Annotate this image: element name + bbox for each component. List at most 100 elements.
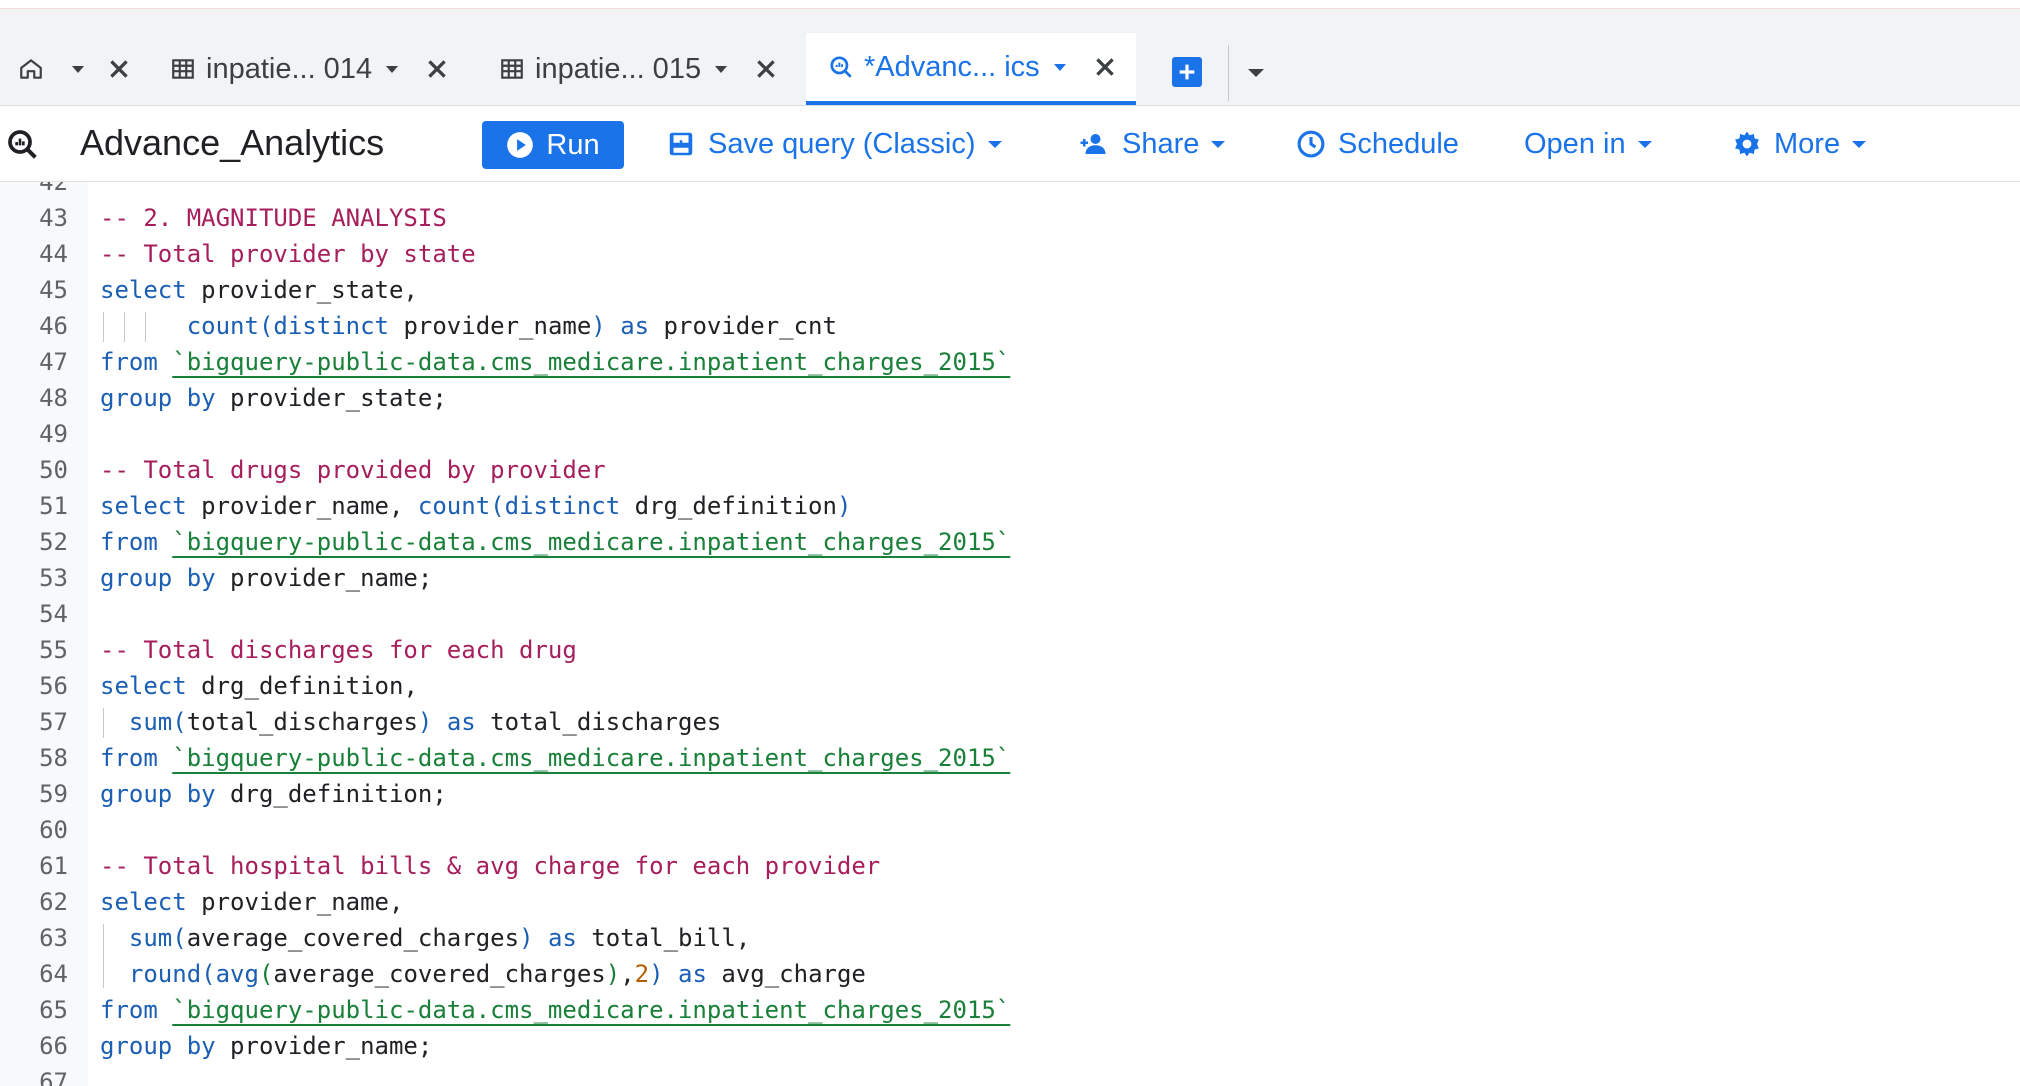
code-line[interactable]: 42 [0,182,2020,200]
code-token: -- 2. MAGNITUDE ANALYSIS [100,204,447,232]
tab-inpatient-015[interactable]: inpatie... 015 [499,33,799,105]
tab-inpatient-014[interactable]: inpatie... 014 [170,33,470,105]
gear-icon [1735,131,1759,157]
open-in-button[interactable]: Open in [1524,126,1652,162]
indent-guide [124,312,125,342]
code-text: select provider_state, [100,272,418,308]
code-line[interactable]: 65 from `bigquery-public-data.cms_medicar… [0,992,2020,1028]
code-line[interactable]: 50 -- Total drugs provided by provider [0,452,2020,488]
code-line[interactable]: 59 group by drg_definition; [0,776,2020,812]
code-token: ) [417,708,433,736]
tab-home[interactable] [18,33,138,105]
code-token: sum [128,924,173,952]
code-line[interactable]: 46 count(distinct provider_name) as prov… [0,308,2020,344]
code-line[interactable]: 60 [0,812,2020,848]
code-token: `bigquery-public-data.cms_medicare.inpat… [172,528,1011,556]
code-token: total_bill, [576,924,751,952]
chevron-down-icon [987,140,1002,148]
line-number: 51 [39,492,68,520]
tab-advance-analytics[interactable]: *Advanc... ics [806,33,1136,105]
code-token: avg_charge [706,960,866,988]
save-query-button[interactable]: Save query (Classic) [666,126,1002,162]
code-line[interactable]: 62 select provider_name, [0,884,2020,920]
code-line[interactable]: 43 -- 2. MAGNITUDE ANALYSIS [0,200,2020,236]
code-line[interactable]: 47 from `bigquery-public-data.cms_medicar… [0,344,2020,380]
query-icon [830,56,852,78]
code-line[interactable]: 56 select drg_definition, [0,668,2020,704]
code-line[interactable]: 58 from `bigquery-public-data.cms_medicar… [0,740,2020,776]
schedule-button[interactable]: Schedule [1296,126,1459,162]
code-token: group by [100,780,216,808]
code-token: from [100,744,158,772]
code-line[interactable]: 67 [0,1064,2020,1086]
code-text: -- Total drugs provided by provider [100,452,606,488]
code-token: -- Total hospital bills & avg charge for… [100,852,881,880]
close-icon[interactable] [1092,54,1118,80]
code-token: select [100,672,187,700]
run-button[interactable]: Run [482,121,624,169]
chevron-down-icon[interactable] [386,65,399,73]
code-line[interactable]: 61 -- Total hospital bills & avg charge f… [0,848,2020,884]
line-number: 57 [39,708,68,736]
code-line[interactable]: 55 -- Total discharges for each drug [0,632,2020,668]
code-text: -- Total hospital bills & avg charge for… [100,848,880,884]
line-number: 49 [39,420,68,448]
code-token: average_covered_charges [186,924,520,952]
code-token: from [100,348,158,376]
code-line[interactable]: 52 from `bigquery-public-data.cms_medicar… [0,524,2020,560]
code-line[interactable]: 66 group by provider_name; [0,1028,2020,1064]
tab-list-dropdown-icon[interactable] [1248,69,1264,77]
close-icon[interactable] [753,56,779,82]
code-line[interactable]: 44 -- Total provider by state [0,236,2020,272]
code-token: group by [100,384,216,412]
code-line[interactable]: 63 sum(average_covered_charges) as total… [0,920,2020,956]
code-line[interactable]: 57 sum(total_discharges) as total_discha… [0,704,2020,740]
code-text: -- Total provider by state [100,236,476,272]
play-icon [507,132,534,158]
code-token: total_discharges [475,708,722,736]
chevron-down-icon[interactable] [1053,63,1066,71]
code-text: count(distinct provider_name) as provide… [100,308,837,344]
code-token: `bigquery-public-data.cms_medicare.inpat… [172,744,1011,772]
sql-editor[interactable]: 42 43 -- 2. MAGNITUDE ANALYSIS 44 -- Total p… [0,182,2020,1086]
line-number: 54 [39,600,68,628]
line-number: 58 [39,744,68,772]
code-token: ( [490,492,505,520]
chevron-down-icon[interactable] [72,65,84,73]
code-line[interactable]: 51 select provider_name, count(distinct d… [0,488,2020,524]
clock-icon [1297,130,1325,158]
code-line[interactable]: 54 [0,596,2020,632]
more-button[interactable]: More [1732,126,1867,162]
code-token: provider_state, [186,276,418,304]
add-tab-button[interactable] [1172,57,1202,87]
chevron-down-icon[interactable] [715,65,728,73]
code-line[interactable]: 49 [0,416,2020,452]
close-icon[interactable] [424,56,450,82]
open-in-label: Open in [1524,127,1626,160]
code-token: ) [591,312,606,340]
line-number: 42 [39,182,68,196]
code-line[interactable]: 45 select provider_state, [0,272,2020,308]
code-line[interactable]: 64 round(avg(average_covered_charges),2)… [0,956,2020,992]
code-token: select [100,492,187,520]
code-line[interactable]: 48 group by provider_state; [0,380,2020,416]
line-number: 46 [39,312,68,340]
code-token: as [547,924,577,952]
code-token: as [620,312,650,340]
code-text: select drg_definition, [100,668,418,704]
line-number: 67 [39,1068,68,1086]
code-token: -- Total drugs provided by provider [100,456,606,484]
code-line[interactable]: 53 group by provider_name; [0,560,2020,596]
chevron-down-icon [1211,140,1226,148]
close-icon[interactable] [106,56,132,82]
share-button[interactable]: Share [1076,126,1226,162]
add-person-icon [1080,134,1106,154]
code-token: average_covered_charges [273,960,606,988]
